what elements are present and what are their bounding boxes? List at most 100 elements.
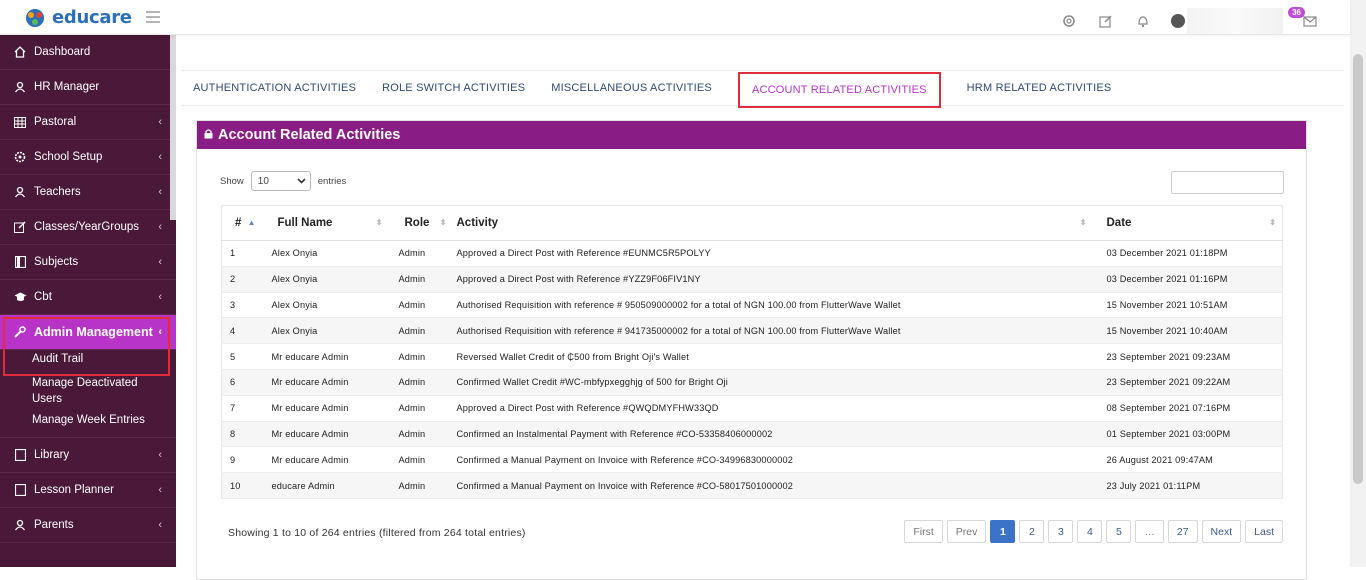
cell-date: 08 September 2021 07:16PM (1092, 395, 1283, 422)
sort-icon: ⬍ (375, 218, 383, 227)
sidebar-item-school-setup[interactable]: School Setup ‹ (0, 140, 176, 175)
cell-activity: Authorised Requisition with reference # … (452, 317, 1093, 345)
table-row: 7 Mr educare Admin Admin Approved a Direct … (221, 395, 1283, 422)
page-scrollbar[interactable] (1350, 0, 1366, 567)
page-27-button[interactable]: 27 (1167, 520, 1198, 543)
sidebar-item-label: Subjects (34, 256, 79, 268)
cell-role: Admin (388, 240, 453, 267)
table-row: 9 Mr educare Admin Admin Confirmed a Manual… (221, 446, 1283, 474)
cell-date: 23 September 2021 09:22AM (1092, 369, 1283, 396)
sidebar-item-teachers[interactable]: Teachers ‹ (0, 175, 176, 210)
avatar[interactable] (1171, 14, 1185, 28)
cell-date: 03 December 2021 01:16PM (1092, 266, 1283, 293)
bell-icon[interactable] (1133, 11, 1153, 31)
chevron-left-icon: ‹ (158, 221, 162, 233)
scrollbar-thumb[interactable] (1353, 54, 1363, 484)
entries-label: entries (317, 175, 347, 187)
page-3-button[interactable]: 3 (1048, 520, 1074, 543)
page-next-button[interactable]: Next (1201, 520, 1242, 543)
page-2-button[interactable]: 2 (1019, 520, 1045, 543)
column-header-date[interactable]: Date ⬍ (1092, 205, 1283, 241)
sidebar-item-parents[interactable]: Parents ‹ (0, 508, 176, 543)
show-label: Show (220, 175, 244, 187)
sidebar-item-label: Lesson Planner (34, 484, 114, 496)
cell-index: 5 (221, 343, 262, 370)
cell-full-name: Mr educare Admin (261, 395, 389, 422)
sidebar-item-pastoral[interactable]: Pastoral ‹ (0, 105, 176, 140)
edit-icon (13, 220, 27, 234)
page-first-button[interactable]: First (904, 520, 943, 543)
cell-full-name: Alex Onyia (261, 240, 389, 267)
page-ellipsis: … (1135, 520, 1164, 543)
sort-icon: ⬍ (439, 218, 447, 227)
cell-activity: Confirmed a Manual Payment on Invoice wi… (452, 472, 1093, 499)
notification-badge: 36 (1288, 7, 1305, 18)
tab-hrm-related-activities[interactable]: HRM RELATED ACTIVITIES (967, 82, 1112, 94)
sidebar-subitem-manage-week-entries[interactable]: Manage Week Entries (0, 414, 176, 438)
sort-icon: ⬍ (1269, 218, 1276, 227)
cell-full-name: educare Admin (261, 472, 389, 499)
tab-account-related-activities[interactable]: ACCOUNT RELATED ACTIVITIES (737, 71, 941, 108)
gear-icon[interactable] (1059, 11, 1079, 31)
chevron-left-icon: ‹ (158, 116, 162, 128)
cell-activity: Confirmed an Instalmental Payment with R… (452, 421, 1093, 448)
page-prev-button[interactable]: Prev (946, 520, 987, 543)
sidebar-item-lesson-planner[interactable]: Lesson Planner ‹ (0, 473, 176, 508)
cell-role: Admin (388, 446, 453, 474)
sidebar-scrollbar[interactable] (170, 35, 176, 220)
sidebar-item-classes[interactable]: Classes/YearGroups ‹ (0, 210, 176, 245)
chevron-left-icon: ‹ (158, 291, 162, 303)
sidebar-item-library[interactable]: Library ‹ (0, 438, 176, 473)
cell-index: 10 (221, 472, 262, 499)
chevron-left-icon: ‹ (158, 151, 162, 163)
cell-role: Admin (388, 317, 453, 345)
page-length-control: Show 10 entries (220, 171, 346, 191)
home-icon (13, 45, 27, 59)
column-header-index[interactable]: # ▲ (221, 205, 262, 241)
page-1-button[interactable]: 1 (990, 520, 1016, 543)
tab-miscellaneous-activities[interactable]: MISCELLANEOUS ACTIVITIES (551, 82, 712, 94)
column-header-role[interactable]: Role ⬍ (388, 205, 453, 241)
sidebar-item-label: Dashboard (34, 46, 91, 58)
user-name-redacted[interactable] (1187, 8, 1283, 34)
page-last-button[interactable]: Last (1245, 520, 1283, 543)
top-header: educare 36 (0, 0, 1350, 35)
page-5-button[interactable]: 5 (1106, 520, 1132, 543)
page-length-select[interactable]: 10 (250, 171, 311, 191)
book-icon (13, 255, 27, 269)
sidebar-item-cbt[interactable]: Cbt ‹ (0, 280, 176, 315)
table-row: 8 Mr educare Admin Admin Confirmed an Insta… (221, 421, 1283, 448)
cell-full-name: Alex Onyia (261, 317, 389, 345)
page-4-button[interactable]: 4 (1077, 520, 1103, 543)
cell-date: 15 November 2021 10:40AM (1092, 317, 1283, 345)
cell-activity: Approved a Direct Post with Reference #Y… (452, 266, 1093, 293)
cell-date: 15 November 2021 10:51AM (1092, 292, 1283, 319)
book-icon (13, 483, 27, 497)
cell-index: 1 (221, 240, 262, 267)
highlight-box (3, 317, 170, 376)
column-header-activity[interactable]: Activity ⬍ (452, 205, 1093, 241)
tab-role-switch-activities[interactable]: ROLE SWITCH ACTIVITIES (382, 82, 525, 94)
sidebar-item-dashboard[interactable]: Dashboard (0, 35, 176, 70)
activities-card: Account Related Activities Show 10 entri… (196, 120, 1307, 580)
cell-index: 6 (221, 369, 262, 396)
logo-icon (24, 8, 46, 28)
search-input[interactable] (1171, 171, 1284, 194)
cell-full-name: Mr educare Admin (261, 343, 389, 370)
edit-icon[interactable] (1096, 11, 1116, 31)
sidebar-item-subjects[interactable]: Subjects ‹ (0, 245, 176, 280)
sidebar-item-label: Parents (34, 519, 74, 531)
sidebar-subitem-manage-deactivated-users[interactable]: Manage Deactivated Users (0, 370, 150, 414)
menu-toggle-icon[interactable] (146, 11, 160, 23)
cell-index: 7 (221, 395, 262, 422)
graduation-cap-icon (13, 290, 27, 304)
card-title: Account Related Activities (218, 127, 401, 143)
sidebar-item-label: School Setup (34, 151, 103, 163)
cell-role: Admin (388, 292, 453, 319)
logo[interactable]: educare (24, 7, 132, 28)
user-icon (13, 518, 27, 532)
tab-bar: AUTHENTICATION ACTIVITIES ROLE SWITCH AC… (181, 70, 1344, 108)
sidebar-item-hr-manager[interactable]: HR Manager (0, 70, 176, 105)
column-header-full-name[interactable]: Full Name ⬍ (261, 205, 389, 241)
tab-authentication-activities[interactable]: AUTHENTICATION ACTIVITIES (193, 82, 356, 94)
